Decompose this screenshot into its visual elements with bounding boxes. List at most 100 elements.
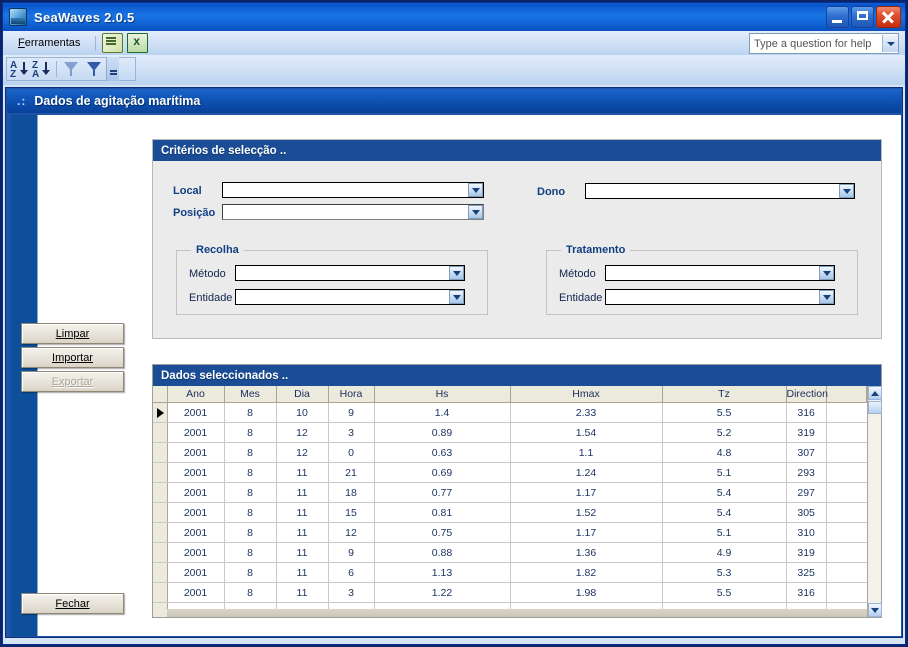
filter-icon[interactable] — [83, 60, 104, 79]
row-selector-cell[interactable] — [153, 602, 168, 617]
cell-hora[interactable]: 12 — [328, 522, 375, 543]
local-dropdown-button[interactable] — [468, 183, 483, 197]
cell-dia[interactable]: 10 — [276, 402, 329, 423]
recolha-metodo-dropdown-button[interactable] — [449, 266, 464, 280]
cell-hs[interactable]: 0.89 — [374, 422, 511, 443]
cell-direction[interactable]: 305 — [786, 502, 827, 523]
cell-hmax[interactable]: 1.24 — [510, 462, 663, 483]
cell-mes[interactable]: 8 — [224, 562, 277, 583]
cell-tz[interactable]: 5.4 — [662, 502, 787, 523]
recolha-metodo-combobox[interactable] — [235, 265, 465, 281]
cell-ano[interactable]: 2001 — [167, 542, 225, 563]
table-row[interactable]: 2001 8 11 15 0.81 1.52 5.4 305 — [153, 502, 867, 523]
cell-hmax[interactable]: 1.54 — [510, 422, 663, 443]
cell-ano[interactable]: 2001 — [167, 562, 225, 583]
toolbar-overflow-handle[interactable] — [106, 57, 119, 81]
row-selector-cell[interactable] — [153, 482, 168, 503]
column-header-hs[interactable]: Hs — [374, 386, 511, 403]
row-selector-cell[interactable] — [153, 442, 168, 463]
cell-hora[interactable]: 18 — [328, 482, 375, 503]
cell-hmax[interactable]: 2.33 — [510, 402, 663, 423]
cell-dia[interactable]: 12 — [276, 442, 329, 463]
row-selector-cell[interactable] — [153, 402, 168, 423]
column-header-dia[interactable]: Dia — [276, 386, 329, 403]
cell-ano[interactable]: 2001 — [167, 462, 225, 483]
importar-button[interactable]: Importar — [21, 347, 124, 368]
data-grid-viewport[interactable]: Ano Mes Dia Hora Hs Hmax Tz Direction 2001 8 10 9 1… — [153, 386, 881, 617]
cell-mes[interactable]: 8 — [224, 582, 277, 603]
column-header-mes[interactable]: Mes — [224, 386, 277, 403]
cell-dia[interactable]: 11 — [276, 562, 329, 583]
column-header-hmax[interactable]: Hmax — [510, 386, 663, 403]
cell-hora[interactable]: 15 — [328, 502, 375, 523]
cell-ano[interactable]: 2001 — [167, 482, 225, 503]
cell-ano[interactable]: 2001 — [167, 402, 225, 423]
cell-mes[interactable]: 8 — [224, 542, 277, 563]
cell-hmax[interactable]: 1.98 — [510, 582, 663, 603]
column-header-direction[interactable]: Direction — [786, 386, 828, 403]
cell-direction[interactable]: 325 — [786, 562, 827, 583]
report-icon[interactable] — [102, 33, 124, 53]
cell-tz[interactable]: 5.5 — [662, 402, 787, 423]
cell-hmax[interactable]: 1.52 — [510, 502, 663, 523]
cell-tz[interactable]: 5.1 — [662, 522, 787, 543]
table-row[interactable]: 2001 8 11 3 1.22 1.98 5.5 316 — [153, 582, 867, 603]
cell-tz[interactable]: 4.8 — [662, 442, 787, 463]
row-selector-cell[interactable] — [153, 582, 168, 603]
scrollbar-thumb[interactable] — [868, 401, 882, 414]
row-selector-cell[interactable] — [153, 462, 168, 483]
cell-hora[interactable]: 0 — [328, 442, 375, 463]
cell-hs[interactable]: 0.69 — [374, 462, 511, 483]
dono-combobox[interactable] — [585, 183, 855, 199]
local-combobox[interactable] — [222, 182, 484, 198]
cell-hora[interactable]: 3 — [328, 582, 375, 603]
cell-direction[interactable]: 316 — [786, 402, 827, 423]
cell-ano[interactable]: 2001 — [167, 422, 225, 443]
cell-hmax[interactable]: 1.17 — [510, 482, 663, 503]
row-selector-cell[interactable] — [153, 422, 168, 443]
cell-dia[interactable]: 12 — [276, 422, 329, 443]
tratamento-metodo-combobox[interactable] — [605, 265, 835, 281]
cell-tz[interactable]: 5.2 — [662, 422, 787, 443]
cell-hora[interactable]: 9 — [328, 402, 375, 423]
cell-tz[interactable]: 4.9 — [662, 542, 787, 563]
cell-dia[interactable]: 11 — [276, 482, 329, 503]
recolha-entidade-dropdown-button[interactable] — [449, 290, 464, 304]
cell-hs[interactable]: 0.88 — [374, 542, 511, 563]
cell-direction[interactable]: 293 — [786, 462, 827, 483]
sort-descending-icon[interactable]: ZA — [31, 60, 51, 79]
table-row[interactable]: 2001 8 12 3 0.89 1.54 5.2 319 — [153, 422, 867, 443]
table-row[interactable]: 2001 8 11 12 0.75 1.17 5.1 310 — [153, 522, 867, 543]
table-row[interactable]: 2001 8 12 0 0.63 1.1 4.8 307 — [153, 442, 867, 463]
fechar-button[interactable]: Fechar — [21, 593, 124, 614]
table-row[interactable]: 2001 8 11 9 0.88 1.36 4.9 319 — [153, 542, 867, 563]
scroll-up-button[interactable] — [868, 386, 882, 400]
cell-hs[interactable]: 0.75 — [374, 522, 511, 543]
cell-hmax[interactable]: 1.17 — [510, 522, 663, 543]
cell-hs[interactable]: 1.4 — [374, 402, 511, 423]
table-row[interactable]: 2001 8 10 9 1.4 2.33 5.5 316 — [153, 402, 867, 423]
row-selector-cell[interactable] — [153, 542, 168, 563]
help-search-box[interactable]: Type a question for help — [749, 33, 899, 54]
filter-by-selection-icon[interactable] — [60, 60, 81, 79]
table-row[interactable]: 2001 8 11 18 0.77 1.17 5.4 297 — [153, 482, 867, 503]
cell-mes[interactable]: 8 — [224, 482, 277, 503]
row-selector-cell[interactable] — [153, 522, 168, 543]
limpar-button[interactable]: Limpar — [21, 323, 124, 344]
cell-tz[interactable]: 5.3 — [662, 562, 787, 583]
cell-ano[interactable]: 2001 — [167, 502, 225, 523]
sort-ascending-icon[interactable]: AZ — [9, 60, 29, 79]
cell-dia[interactable]: 11 — [276, 582, 329, 603]
cell-hs[interactable]: 1.13 — [374, 562, 511, 583]
cell-hora[interactable]: 9 — [328, 542, 375, 563]
column-header-ano[interactable]: Ano — [167, 386, 225, 403]
cell-dia[interactable]: 11 — [276, 502, 329, 523]
cell-mes[interactable]: 8 — [224, 502, 277, 523]
dono-dropdown-button[interactable] — [839, 184, 854, 198]
tratamento-entidade-dropdown-button[interactable] — [819, 290, 834, 304]
cell-tz[interactable]: 5.1 — [662, 462, 787, 483]
cell-dia[interactable]: 11 — [276, 542, 329, 563]
cell-hs[interactable]: 0.81 — [374, 502, 511, 523]
cell-tz[interactable]: 5.4 — [662, 482, 787, 503]
column-header-tz[interactable]: Tz — [662, 386, 787, 403]
